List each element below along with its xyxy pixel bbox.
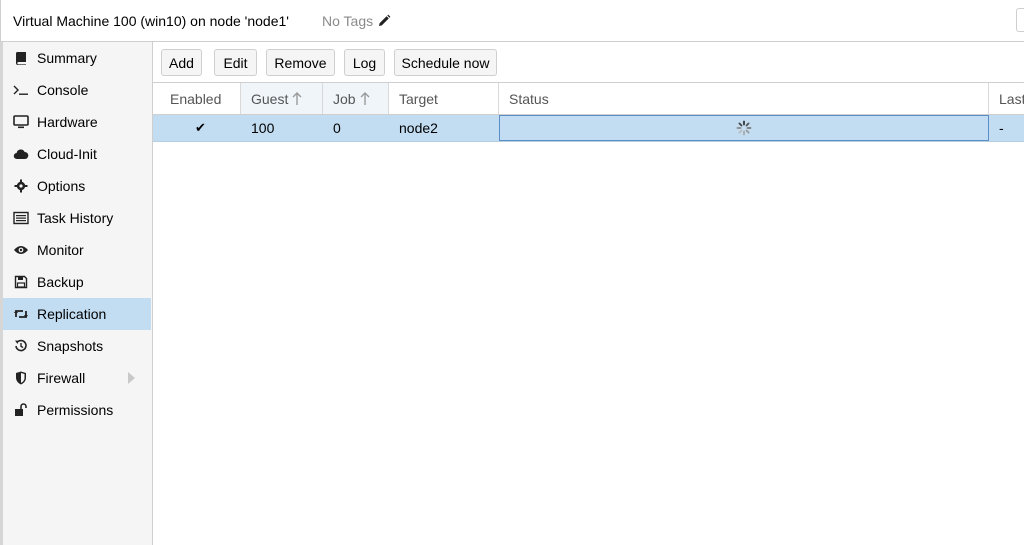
sidebar-item-monitor[interactable]: Monitor bbox=[3, 234, 151, 266]
sidebar-item-options[interactable]: Options bbox=[3, 170, 151, 202]
eye-icon bbox=[12, 242, 30, 258]
log-button[interactable]: Log bbox=[344, 49, 385, 76]
column-header-label: Last bbox=[999, 90, 1024, 107]
column-header-label: Job bbox=[333, 90, 356, 107]
cloud-icon bbox=[12, 146, 30, 162]
cell-target: node2 bbox=[399, 120, 438, 136]
floppy-icon bbox=[12, 274, 30, 290]
sidebar-item-label: Console bbox=[37, 82, 89, 98]
sidebar-item-label: Replication bbox=[37, 306, 107, 322]
sidebar-item-label: Cloud-Init bbox=[37, 146, 97, 162]
cell-enabled: ✔ bbox=[160, 115, 241, 141]
sidebar-item-summary[interactable]: Summary bbox=[3, 42, 151, 74]
tags-editor[interactable]: No Tags bbox=[322, 13, 391, 29]
schedule-now-button[interactable]: Schedule now bbox=[394, 49, 497, 76]
cell-guest: 100 bbox=[251, 120, 275, 136]
desktop-icon bbox=[12, 114, 30, 130]
sidebar-item-replication[interactable]: Replication bbox=[3, 298, 151, 330]
column-header-enabled[interactable]: Enabled bbox=[160, 83, 241, 114]
gear-icon bbox=[12, 178, 30, 194]
vm-header: Virtual Machine 100 (win10) on node 'nod… bbox=[0, 0, 1024, 42]
header-more-button[interactable] bbox=[1016, 8, 1024, 32]
sidebar-item-hardware[interactable]: Hardware bbox=[3, 106, 151, 138]
submenu-arrow-icon[interactable] bbox=[128, 372, 135, 384]
grid-header: Enabled Guest Job Target Status Last bbox=[153, 83, 1024, 115]
sort-ascending-icon bbox=[360, 91, 370, 105]
sidebar-item-cloud-init[interactable]: Cloud-Init bbox=[3, 138, 151, 170]
terminal-icon bbox=[12, 82, 30, 98]
column-header-label: Enabled bbox=[170, 90, 222, 107]
history-icon bbox=[12, 338, 30, 354]
sidebar-item-label: Permissions bbox=[37, 402, 114, 418]
column-header-label: Guest bbox=[251, 90, 289, 107]
tags-label: No Tags bbox=[322, 13, 374, 29]
sidebar-item-label: Firewall bbox=[37, 370, 86, 386]
cell-last: - bbox=[999, 120, 1004, 136]
column-header-guest[interactable]: Guest bbox=[241, 83, 323, 114]
sidebar-item-label: Monitor bbox=[37, 242, 84, 258]
add-button[interactable]: Add bbox=[161, 49, 202, 76]
cell-job: 0 bbox=[333, 120, 341, 136]
sidebar-item-firewall[interactable]: Firewall bbox=[3, 362, 151, 394]
replication-grid: Enabled Guest Job Target Status Last ✔ 1… bbox=[153, 83, 1024, 545]
sidebar-item-label: Task History bbox=[37, 210, 114, 226]
loading-spinner-icon bbox=[736, 120, 752, 136]
sidebar-item-console[interactable]: Console bbox=[3, 74, 151, 106]
sidebar-item-label: Options bbox=[37, 178, 86, 194]
sidebar-item-label: Snapshots bbox=[37, 338, 104, 354]
sidebar-item-label: Hardware bbox=[37, 114, 98, 130]
sidebar-item-permissions[interactable]: Permissions bbox=[3, 394, 151, 426]
retweet-icon bbox=[12, 306, 30, 322]
pencil-icon[interactable] bbox=[377, 14, 391, 28]
sidebar-item-label: Summary bbox=[37, 50, 97, 66]
column-header-label: Status bbox=[509, 90, 549, 107]
sidebar-nav: Summary Console Hardware Cloud-Init Opti… bbox=[0, 42, 153, 545]
column-header-target[interactable]: Target bbox=[389, 83, 499, 114]
column-header-status[interactable]: Status bbox=[499, 83, 989, 114]
sort-ascending-icon bbox=[292, 91, 302, 105]
sidebar-item-label: Backup bbox=[37, 274, 84, 290]
book-icon bbox=[12, 50, 30, 66]
column-header-job[interactable]: Job bbox=[323, 83, 389, 114]
edit-button[interactable]: Edit bbox=[214, 49, 257, 76]
table-row[interactable]: ✔ 100 0 node2 - bbox=[153, 115, 1024, 142]
column-header-label: Target bbox=[399, 90, 438, 107]
sidebar-item-backup[interactable]: Backup bbox=[3, 266, 151, 298]
cell-status bbox=[499, 115, 989, 141]
remove-button[interactable]: Remove bbox=[266, 49, 335, 76]
unlock-icon bbox=[12, 402, 30, 418]
vm-title: Virtual Machine 100 (win10) on node 'nod… bbox=[13, 13, 289, 29]
replication-toolbar: Add Edit Remove Log Schedule now bbox=[153, 42, 1024, 83]
sidebar-item-snapshots[interactable]: Snapshots bbox=[3, 330, 151, 362]
sidebar-item-task-history[interactable]: Task History bbox=[3, 202, 151, 234]
shield-icon bbox=[12, 370, 30, 386]
column-header-last[interactable]: Last bbox=[989, 83, 1024, 114]
checkmark-icon: ✔ bbox=[195, 120, 206, 135]
list-icon bbox=[12, 210, 30, 226]
